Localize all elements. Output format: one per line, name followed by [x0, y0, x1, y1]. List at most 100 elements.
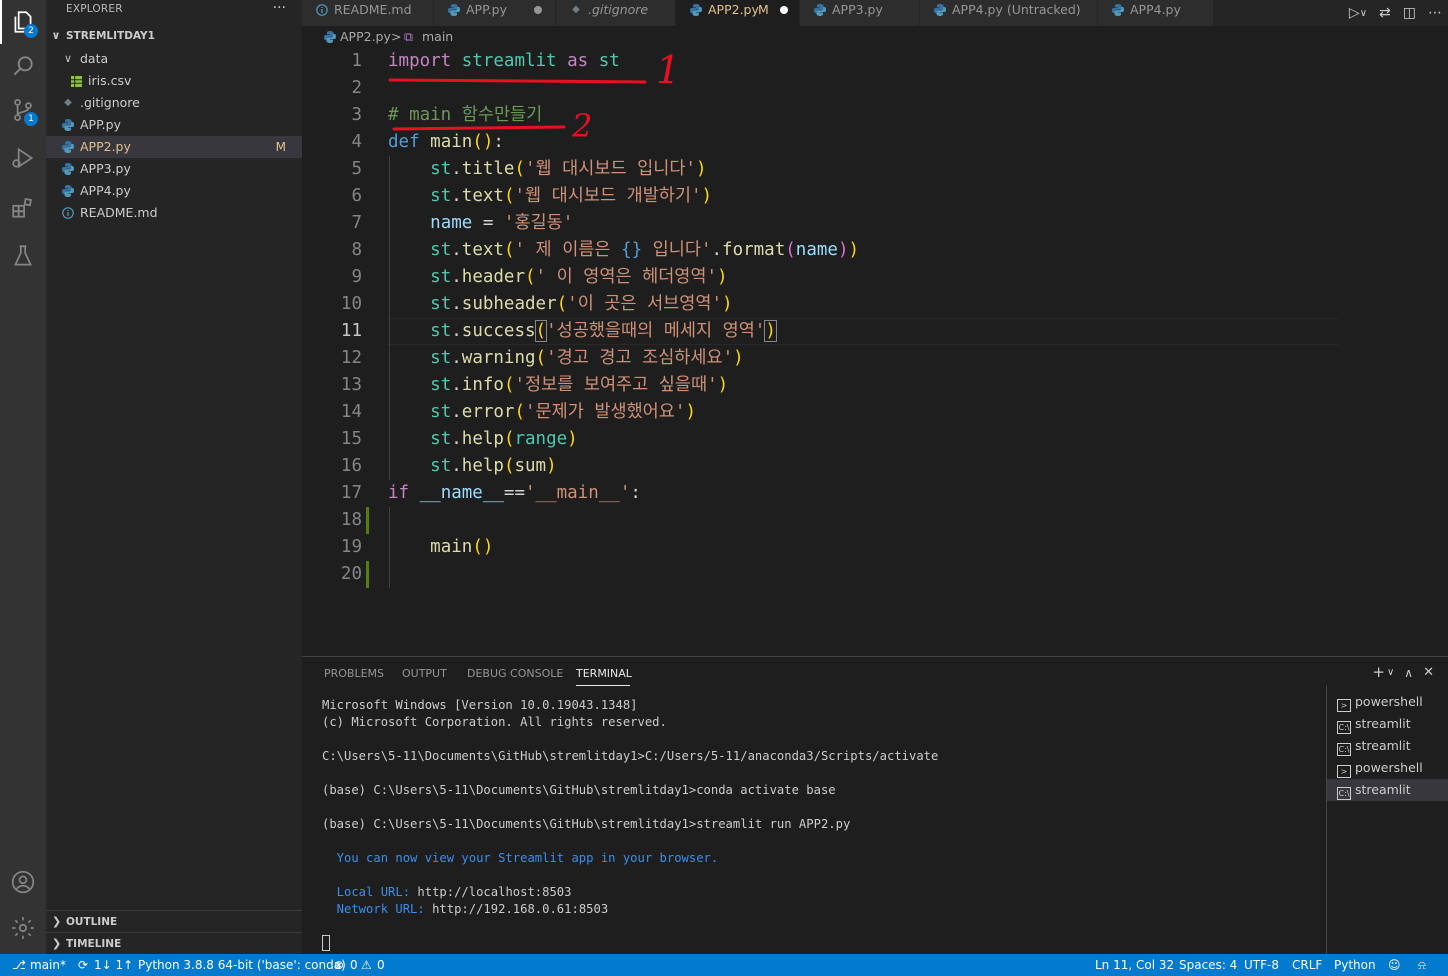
code-line[interactable]: 2	[302, 75, 1448, 102]
code-line[interactable]: 4 def main():	[302, 129, 1448, 156]
tree-item-label: iris.csv	[88, 73, 132, 88]
tree-file-app3-py[interactable]: APP3.py	[46, 158, 302, 180]
tree-file-readme[interactable]: README.md	[46, 202, 302, 224]
code-token: name	[795, 240, 838, 260]
tab-readme[interactable]: README.md	[302, 0, 434, 26]
git-branch[interactable]: main*	[30, 954, 66, 976]
language-mode[interactable]: Python	[1334, 954, 1376, 976]
extensions-icon[interactable]	[0, 186, 46, 230]
tab-gitignore[interactable]: ◆ .gitignore	[556, 0, 676, 26]
testing-icon[interactable]	[0, 234, 46, 278]
code-line[interactable]: 14 st.error('문제가 발생했어요')	[302, 399, 1448, 426]
code-token: (	[514, 159, 526, 179]
code-line[interactable]: 13 st.info('정보를 보여주고 싶을때')	[302, 372, 1448, 399]
error-count[interactable]: 0	[350, 954, 358, 976]
search-icon[interactable]	[0, 44, 46, 88]
tab-app2-py[interactable]: APP2.py M	[676, 0, 800, 26]
tab-output[interactable]: OUTPUT	[402, 667, 447, 680]
tree-file-app2-py[interactable]: APP2.py M	[46, 136, 302, 158]
tab-problems[interactable]: PROBLEMS	[324, 667, 384, 680]
tree-file-iris-csv[interactable]: iris.csv	[46, 70, 302, 92]
feedback-icon[interactable]: ☺	[1388, 954, 1401, 976]
tree-folder-data[interactable]: ∨ data	[46, 48, 302, 70]
code-line[interactable]: 12 st.warning('경고 경고 조심하세요')	[302, 345, 1448, 372]
indentation[interactable]: Spaces: 4	[1179, 954, 1237, 976]
line-number: 11	[340, 321, 362, 341]
code-line[interactable]: 11 st.success('성공했을때의 메세지 영역')	[302, 318, 1448, 345]
code-token: range	[514, 429, 568, 449]
terminal-item-streamlit-selected[interactable]: C:\ streamlit	[1327, 779, 1448, 801]
tab-terminal[interactable]: TERMINAL	[576, 667, 632, 680]
warning-count[interactable]: 0	[377, 954, 385, 976]
run-icon[interactable]: ▷	[1349, 5, 1360, 21]
notifications-bell-icon[interactable]: ⍾	[1418, 954, 1426, 976]
breadcrumb-symbol[interactable]: main	[422, 26, 453, 48]
open-changes-icon[interactable]: ⇄	[1379, 5, 1391, 21]
tab-app3-py[interactable]: APP3.py	[800, 0, 920, 26]
tree-item-label: data	[80, 51, 109, 66]
breadcrumb-file[interactable]: APP2.py	[340, 26, 391, 48]
tab-debug-console[interactable]: DEBUG CONSOLE	[467, 667, 563, 680]
code-line[interactable]: 7 name = '홍길동'	[302, 210, 1448, 237]
cursor-position[interactable]: Ln 11, Col 32	[1095, 954, 1174, 976]
terminal-cursor	[322, 935, 330, 951]
unsaved-dot-icon[interactable]	[534, 6, 542, 14]
code-line[interactable]: 3 # main 함수만들기	[302, 102, 1448, 129]
code-editor[interactable]: 1 import streamlit as st 2 3 # main 함수만들기 4 de…	[302, 48, 1448, 656]
code-line[interactable]: 16 st.help(sum)	[302, 453, 1448, 480]
line-number: 19	[340, 537, 362, 557]
terminal-item-streamlit[interactable]: C:\ streamlit	[1337, 713, 1411, 735]
code-line[interactable]: 15 st.help(range)	[302, 426, 1448, 453]
line-number: 14	[340, 402, 362, 422]
code-line[interactable]: 9 st.header(' 이 영역은 헤더영역')	[302, 264, 1448, 291]
code-token: )	[717, 375, 729, 395]
tab-app4-untracked[interactable]: APP4.py (Untracked)	[920, 0, 1098, 26]
terminal-item-streamlit[interactable]: C:\ streamlit	[1337, 735, 1411, 757]
terminal-item-label: powershell	[1355, 694, 1423, 709]
new-terminal-icon[interactable]: +	[1372, 663, 1385, 683]
code-line[interactable]: 17 if __name__=='__main__':	[302, 480, 1448, 507]
more-actions-icon[interactable]: ⋯	[1428, 5, 1442, 21]
code-line[interactable]: 5 st.title('웹 대시보드 입니다')	[302, 156, 1448, 183]
timeline-section[interactable]: ❯ TIMELINE	[46, 932, 302, 954]
code-token: .	[451, 294, 462, 314]
account-icon[interactable]	[0, 860, 46, 904]
code-line[interactable]: 20	[302, 561, 1448, 588]
run-debug-icon[interactable]	[0, 136, 46, 180]
chevron-down-icon[interactable]: ∨	[1360, 8, 1367, 19]
sync-icon: ⟳	[78, 958, 89, 972]
line-number: 8	[351, 240, 362, 260]
active-tab-underline	[576, 685, 630, 686]
settings-gear-icon[interactable]	[0, 906, 46, 950]
code-token: :	[630, 483, 641, 503]
chevron-down-icon[interactable]: ∨	[1387, 663, 1394, 683]
code-line[interactable]: 10 st.subheader('이 곳은 서브영역')	[302, 291, 1448, 318]
tree-file-app4-py[interactable]: APP4.py	[46, 180, 302, 202]
terminal-item-powershell[interactable]: > powershell	[1337, 691, 1423, 713]
source-control-icon[interactable]: 1	[0, 88, 46, 132]
split-editor-icon[interactable]: ◫	[1403, 5, 1416, 21]
terminal-item-powershell[interactable]: > powershell	[1337, 757, 1423, 779]
code-line[interactable]: 19 main()	[302, 534, 1448, 561]
python-interpreter[interactable]: Python 3.8.8 64-bit ('base': conda)	[138, 954, 346, 976]
file-encoding[interactable]: UTF-8	[1244, 954, 1279, 976]
tree-file-app-py[interactable]: APP.py	[46, 114, 302, 136]
explorer-more-actions[interactable]: ···	[273, 0, 286, 16]
close-panel-icon[interactable]: ✕	[1423, 663, 1434, 683]
maximize-panel-icon[interactable]: ∧	[1404, 663, 1413, 683]
end-of-line[interactable]: CRLF	[1292, 954, 1322, 976]
code-line[interactable]: 6 st.text('웹 대시보드 개발하기')	[302, 183, 1448, 210]
code-line[interactable]: 8 st.text(' 제 이름은 {} 입니다'.format(name))	[302, 237, 1448, 264]
explorer-icon[interactable]: 2	[0, 0, 46, 44]
tab-app4-py[interactable]: APP4.py	[1098, 0, 1214, 26]
git-sync-status[interactable]: 1↓ 1↑	[94, 954, 133, 976]
tab-app-py[interactable]: APP.py	[434, 0, 556, 26]
workspace-root[interactable]: ∨ STREMLITDAY1	[46, 25, 302, 47]
terminal-item-label: streamlit	[1355, 738, 1411, 753]
tree-file-gitignore[interactable]: ◆ .gitignore	[46, 92, 302, 114]
code-line[interactable]: 18	[302, 507, 1448, 534]
outline-section[interactable]: ❯ OUTLINE	[46, 910, 302, 932]
unsaved-dot-icon[interactable]	[780, 6, 788, 14]
code-line[interactable]: 1 import streamlit as st	[302, 48, 1448, 75]
tab-label: APP.py	[466, 2, 507, 17]
